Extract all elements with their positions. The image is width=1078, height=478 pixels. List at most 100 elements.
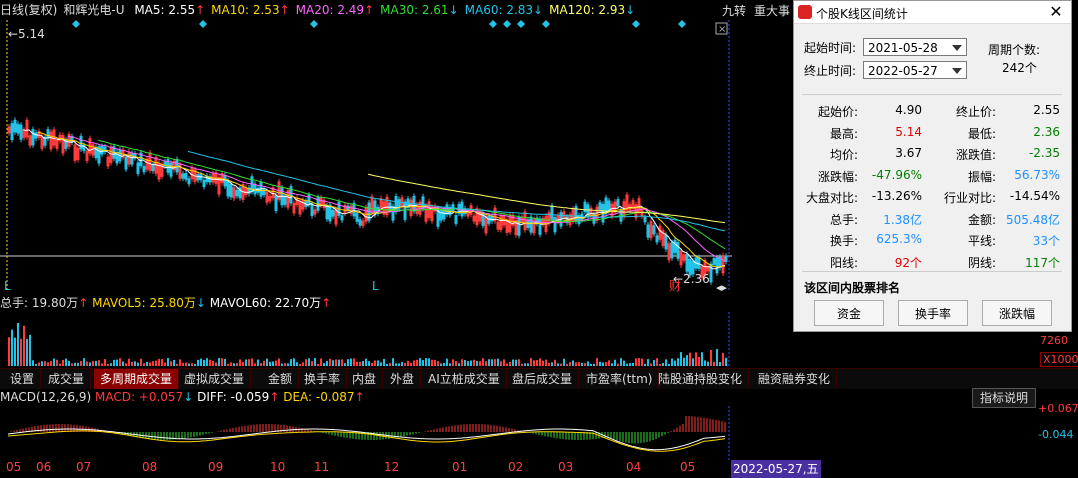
indicator-tab-bar: 设置 成交量 多周期成交量 虚拟成交量 金额 换手率 内盘 外盘 AI立桩成交量 盘后成交量 市盈率… bbox=[0, 368, 1078, 389]
tab-4[interactable]: 金额 bbox=[262, 369, 300, 389]
candle bbox=[130, 152, 134, 165]
candle bbox=[283, 195, 287, 205]
volume-bar bbox=[383, 358, 385, 366]
volume-bar bbox=[695, 352, 697, 366]
volume-bar bbox=[296, 362, 298, 366]
tab-7[interactable]: 外盘 bbox=[384, 369, 422, 389]
candle bbox=[643, 216, 647, 223]
stat-value: -14.54% bbox=[1009, 189, 1060, 203]
candle bbox=[46, 129, 50, 139]
candle bbox=[16, 123, 20, 134]
candle bbox=[175, 158, 179, 173]
volume-bar bbox=[536, 360, 538, 366]
indicator-help-button[interactable]: 指标说明 bbox=[972, 388, 1036, 408]
volume-bar bbox=[617, 363, 619, 366]
volume-bar bbox=[635, 358, 637, 366]
stat-label: 平线: bbox=[967, 234, 996, 248]
date-axis: 05 06 07 08 09 10 11 12 01 02 03 04 05 bbox=[0, 460, 730, 478]
rank-change-button[interactable]: 涨跌幅 bbox=[982, 300, 1052, 326]
candle bbox=[274, 195, 278, 212]
scroll-arrows-icon[interactable]: ◂▸ bbox=[716, 281, 728, 292]
period-count-value: 242个 bbox=[1002, 61, 1037, 75]
volume-bar bbox=[680, 352, 682, 366]
volume-bar bbox=[248, 359, 250, 366]
volume-bar bbox=[623, 360, 625, 366]
volume-bar bbox=[533, 360, 535, 366]
stat-label: 金额: bbox=[967, 212, 996, 227]
stat-label: 阳线: bbox=[829, 255, 858, 270]
jiuzhuan-button[interactable]: 九转 bbox=[722, 2, 746, 19]
tab-5[interactable]: 换手率 bbox=[298, 369, 348, 389]
rank-turnover-button[interactable]: 换手率 bbox=[898, 300, 968, 326]
period-count-label: 周期个数: bbox=[988, 43, 1041, 57]
volume-bar bbox=[311, 361, 313, 366]
volume-bar bbox=[572, 360, 574, 366]
finance-marker[interactable]: 财 bbox=[669, 279, 681, 292]
dea-value: DEA: -0.087 bbox=[283, 390, 355, 404]
candle bbox=[229, 183, 233, 198]
volume-bar bbox=[722, 352, 724, 366]
dialog-titlebar[interactable]: 个股K线区间统计 ✕ bbox=[794, 1, 1071, 24]
candle bbox=[394, 196, 398, 213]
tab-10[interactable]: 市盈率(ttm) bbox=[580, 369, 660, 389]
volume-chart[interactable] bbox=[0, 312, 730, 366]
candle bbox=[34, 132, 38, 139]
volume-bar bbox=[56, 359, 58, 366]
stat-label: 起始价: bbox=[817, 105, 858, 119]
tab-0[interactable]: 设置 bbox=[4, 369, 42, 389]
volume-bar bbox=[416, 359, 418, 366]
volume-bar bbox=[101, 363, 103, 366]
volume-bar bbox=[647, 359, 649, 366]
volume-bar bbox=[302, 362, 304, 366]
price-chart[interactable]: × ←5.14 ←2.36 L 财 L ◂▸ bbox=[0, 20, 732, 292]
volume-bar bbox=[227, 363, 229, 366]
candle bbox=[664, 234, 668, 250]
tab-12[interactable]: 融资融券变化 bbox=[752, 369, 838, 389]
volume-bar bbox=[125, 363, 127, 366]
volume-bar bbox=[254, 363, 256, 366]
volume-bar bbox=[488, 359, 490, 366]
volume-bar bbox=[38, 362, 40, 366]
date-label-11: 04 bbox=[626, 460, 642, 474]
candle bbox=[325, 205, 329, 220]
volume-bar bbox=[197, 359, 199, 366]
volume-bar bbox=[650, 363, 652, 366]
volume-bar bbox=[620, 358, 622, 366]
volume-bar bbox=[611, 363, 613, 366]
start-time-select[interactable]: 2021-05-28 bbox=[863, 38, 967, 56]
volume-bar bbox=[62, 359, 64, 366]
volume-bar bbox=[641, 358, 643, 366]
tab-6[interactable]: 内盘 bbox=[346, 369, 384, 389]
candle bbox=[151, 163, 155, 172]
volume-bar bbox=[656, 358, 658, 366]
candle bbox=[136, 162, 140, 174]
macd-chart[interactable] bbox=[0, 406, 732, 460]
end-time-select[interactable]: 2022-05-27 bbox=[863, 61, 967, 79]
candle bbox=[583, 201, 587, 213]
close-icon[interactable]: ✕ bbox=[1047, 3, 1065, 21]
tab-3[interactable]: 虚拟成交量 bbox=[178, 369, 252, 389]
interval-stats-dialog[interactable]: 个股K线区间统计 ✕ 起始时间: 2021-05-28 终止时间: 2022-0… bbox=[793, 0, 1072, 332]
volume-bar bbox=[236, 362, 238, 366]
volume-bar bbox=[272, 361, 274, 366]
date-label-12: 05 bbox=[680, 460, 696, 474]
tab-9[interactable]: 盘后成交量 bbox=[506, 369, 580, 389]
volume-bar bbox=[512, 359, 514, 366]
candle bbox=[481, 212, 485, 226]
major-events-button[interactable]: 重大事 bbox=[754, 2, 790, 19]
candle bbox=[187, 178, 191, 185]
tab-11[interactable]: 陆股通持股变化 bbox=[652, 369, 750, 389]
chart-type-label[interactable]: 日线(复权) bbox=[0, 3, 57, 17]
volume-bar bbox=[17, 322, 19, 366]
stat-label: 最低: bbox=[967, 126, 996, 141]
volume-bar bbox=[299, 363, 301, 366]
volume-bar bbox=[287, 363, 289, 366]
tab-8[interactable]: AI立桩成交量 bbox=[422, 369, 507, 389]
volume-bar bbox=[119, 358, 121, 366]
tab-2[interactable]: 多周期成交量 bbox=[94, 369, 180, 389]
rank-funds-button[interactable]: 资金 bbox=[814, 300, 884, 326]
tab-1[interactable]: 成交量 bbox=[42, 369, 92, 389]
volume-bar bbox=[590, 363, 592, 366]
volume-bar bbox=[149, 362, 151, 366]
volume-bar bbox=[470, 360, 472, 366]
